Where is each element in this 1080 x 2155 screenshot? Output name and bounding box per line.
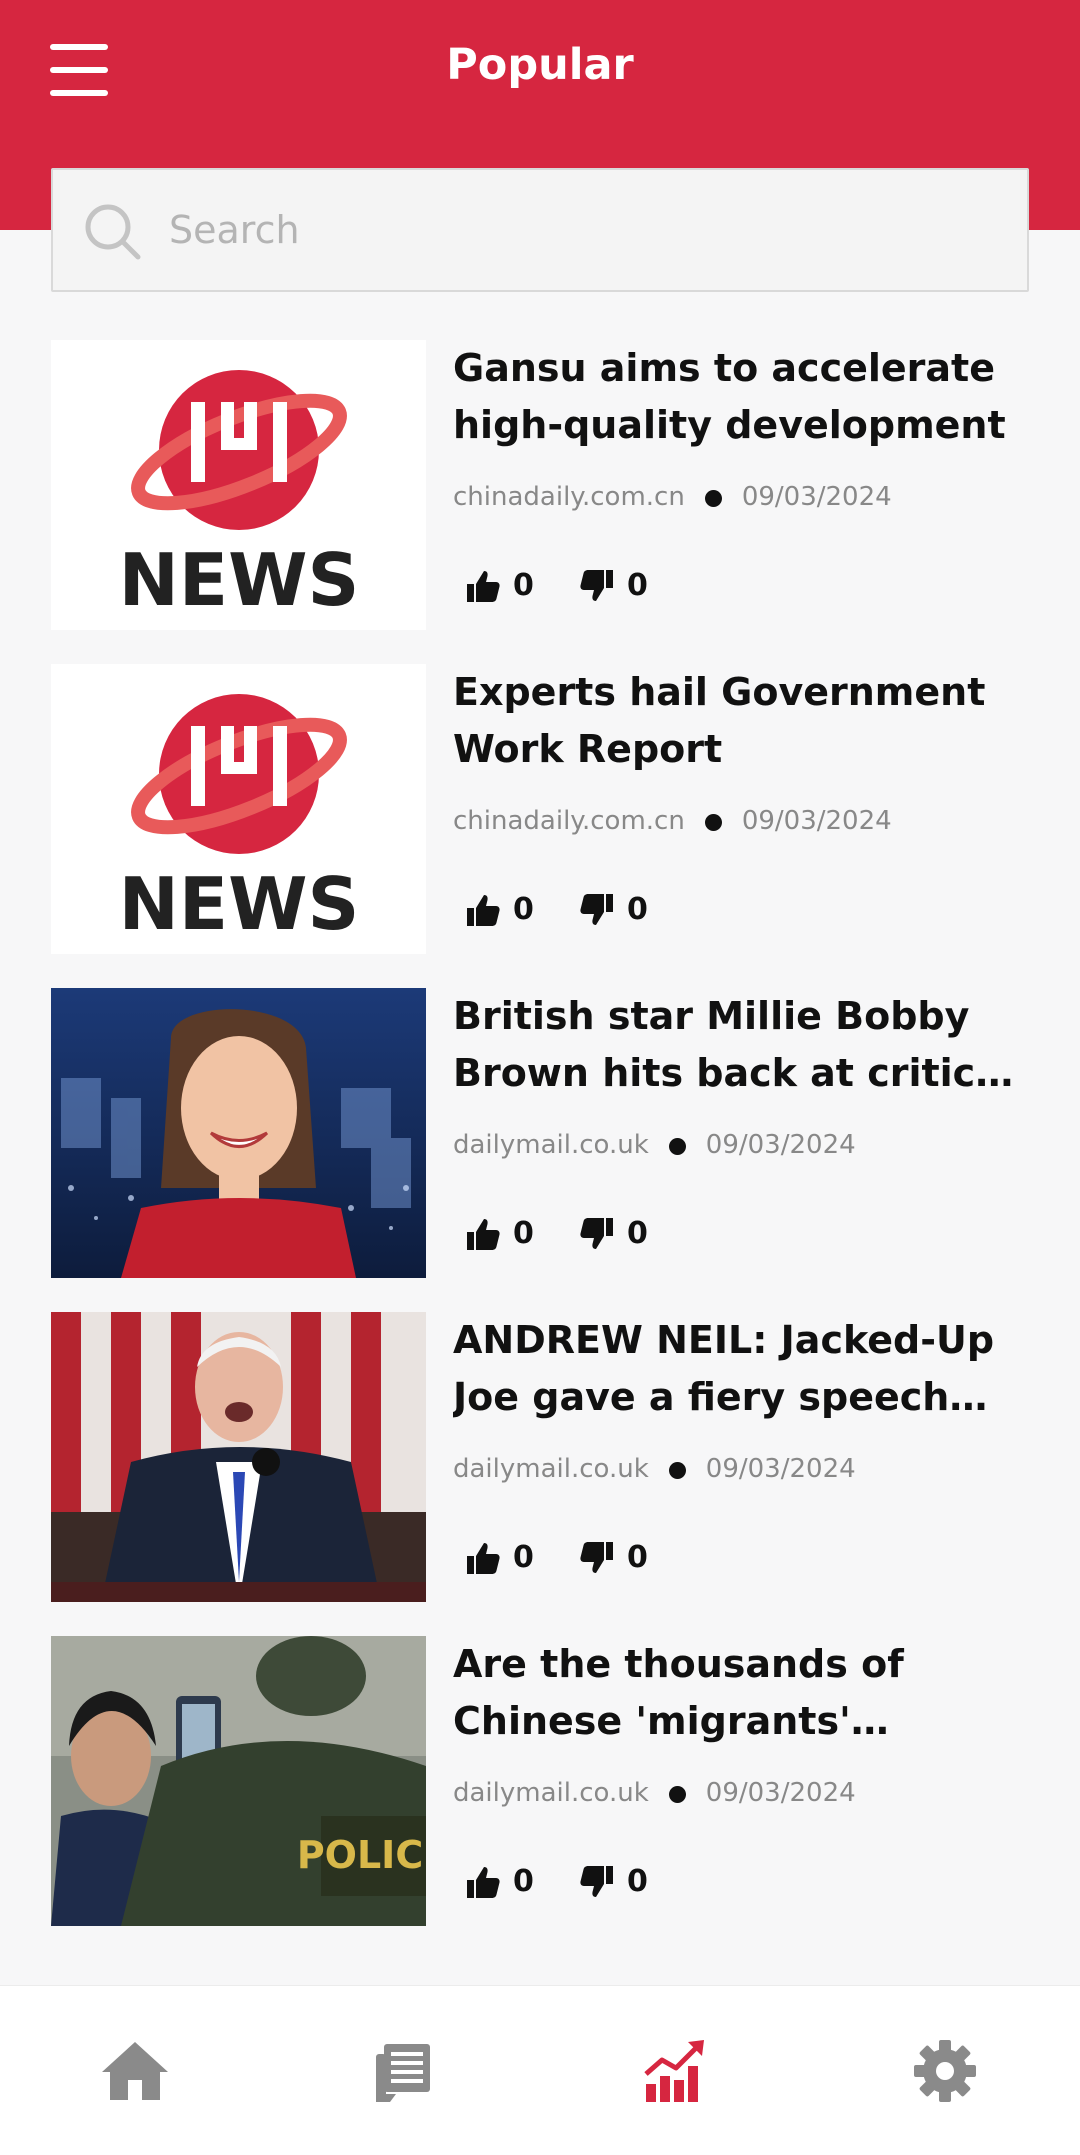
menu-icon-bar bbox=[50, 90, 108, 96]
thumbs-up-icon bbox=[467, 1867, 500, 1898]
article-headline[interactable]: Experts hail Government Work Report bbox=[453, 664, 1031, 778]
trending-chart-icon bbox=[644, 2040, 704, 2102]
home-icon bbox=[102, 2042, 168, 2100]
logo-wordmark: NEWS bbox=[119, 862, 360, 946]
thumbs-down-icon bbox=[580, 1866, 613, 1897]
photo-border-police: POLICE bbox=[51, 1636, 426, 1926]
nav-settings[interactable] bbox=[910, 2036, 980, 2106]
article-source: chinadaily.com.cn bbox=[453, 482, 685, 512]
news-logo-image: NEWS bbox=[51, 664, 426, 954]
article-meta: chinadaily.com.cn 09/03/2024 bbox=[453, 482, 1031, 512]
photo-woman-smiling bbox=[51, 988, 426, 1278]
thumbs-down-icon bbox=[580, 1218, 613, 1249]
article-meta: chinadaily.com.cn 09/03/2024 bbox=[453, 806, 1031, 836]
thumbs-down-icon bbox=[580, 570, 613, 601]
article-headline[interactable]: British star Millie Bobby Brown hits bac… bbox=[453, 988, 1031, 1102]
nav-popular[interactable] bbox=[640, 2036, 710, 2106]
dislike-count: 0 bbox=[627, 892, 648, 927]
article-date: 09/03/2024 bbox=[741, 806, 892, 836]
like-count: 0 bbox=[513, 1864, 534, 1899]
article-card[interactable]: ANDREW NEIL: Jacked-Up Joe gave a fiery … bbox=[51, 1312, 1031, 1602]
dislike-count: 0 bbox=[627, 568, 648, 603]
thumbs-down-icon bbox=[580, 1542, 613, 1573]
article-date: 09/03/2024 bbox=[705, 1130, 856, 1160]
page-title: Popular bbox=[446, 40, 634, 90]
article-meta: dailymail.co.uk 09/03/2024 bbox=[453, 1778, 1031, 1808]
thumbs-up-icon bbox=[467, 1543, 500, 1574]
dislike-count: 0 bbox=[627, 1540, 648, 1575]
article-thumbnail bbox=[51, 988, 426, 1278]
search-icon bbox=[85, 204, 141, 260]
article-date: 09/03/2024 bbox=[705, 1454, 856, 1484]
gear-icon bbox=[914, 2040, 976, 2102]
separator-dot bbox=[668, 1786, 686, 1803]
article-headline[interactable]: ANDREW NEIL: Jacked-Up Joe gave a fiery … bbox=[453, 1312, 1031, 1426]
article-source: dailymail.co.uk bbox=[453, 1778, 649, 1808]
article-date: 09/03/2024 bbox=[741, 482, 892, 512]
article-thumbnail: NEWS bbox=[51, 664, 426, 954]
separator-dot bbox=[668, 1462, 686, 1479]
photo-man-speech bbox=[51, 1312, 426, 1602]
article-meta: dailymail.co.uk 09/03/2024 bbox=[453, 1130, 1031, 1160]
thumbs-down-icon bbox=[580, 894, 613, 925]
article-card[interactable]: British star Millie Bobby Brown hits bac… bbox=[51, 988, 1031, 1278]
thumbs-up-icon bbox=[467, 895, 500, 926]
article-card[interactable]: NEWS Experts hail Government Work Report… bbox=[51, 664, 1031, 954]
article-meta: dailymail.co.uk 09/03/2024 bbox=[453, 1454, 1031, 1484]
separator-dot bbox=[668, 1138, 686, 1155]
separator-dot bbox=[704, 814, 722, 831]
article-source: dailymail.co.uk bbox=[453, 1454, 649, 1484]
news-logo-image: NEWS bbox=[51, 340, 426, 630]
article-date: 09/03/2024 bbox=[705, 1778, 856, 1808]
bottom-navigation bbox=[0, 1985, 1080, 2155]
like-count: 0 bbox=[513, 892, 534, 927]
like-count: 0 bbox=[513, 568, 534, 603]
police-patch-graphic: POLICE bbox=[297, 1833, 426, 1877]
logo-wordmark: NEWS bbox=[119, 538, 360, 622]
article-headline[interactable]: Gansu aims to accelerate high-quality de… bbox=[453, 340, 1031, 454]
nav-home[interactable] bbox=[100, 2036, 170, 2106]
article-card[interactable]: NEWS Gansu aims to accelerate high-quali… bbox=[51, 340, 1031, 630]
thumbs-up-icon bbox=[467, 571, 500, 602]
article-thumbnail bbox=[51, 1312, 426, 1602]
like-count: 0 bbox=[513, 1216, 534, 1251]
dislike-count: 0 bbox=[627, 1864, 648, 1899]
nav-articles[interactable] bbox=[370, 2036, 440, 2106]
thumbs-up-icon bbox=[467, 1219, 500, 1250]
article-thumbnail: NEWS bbox=[51, 340, 426, 630]
article-source: dailymail.co.uk bbox=[453, 1130, 649, 1160]
search-bar[interactable] bbox=[51, 168, 1029, 292]
article-headline[interactable]: Are the thousands of Chinese 'migrants' … bbox=[453, 1636, 1031, 1750]
article-card[interactable]: POLICE Are the thousands of Chinese 'mig… bbox=[51, 1636, 1031, 1926]
dislike-count: 0 bbox=[627, 1216, 648, 1251]
article-thumbnail: POLICE bbox=[51, 1636, 426, 1926]
newspaper-icon bbox=[376, 2044, 430, 2102]
search-input[interactable] bbox=[169, 192, 989, 268]
like-count: 0 bbox=[513, 1540, 534, 1575]
article-source: chinadaily.com.cn bbox=[453, 806, 685, 836]
separator-dot bbox=[704, 490, 722, 507]
